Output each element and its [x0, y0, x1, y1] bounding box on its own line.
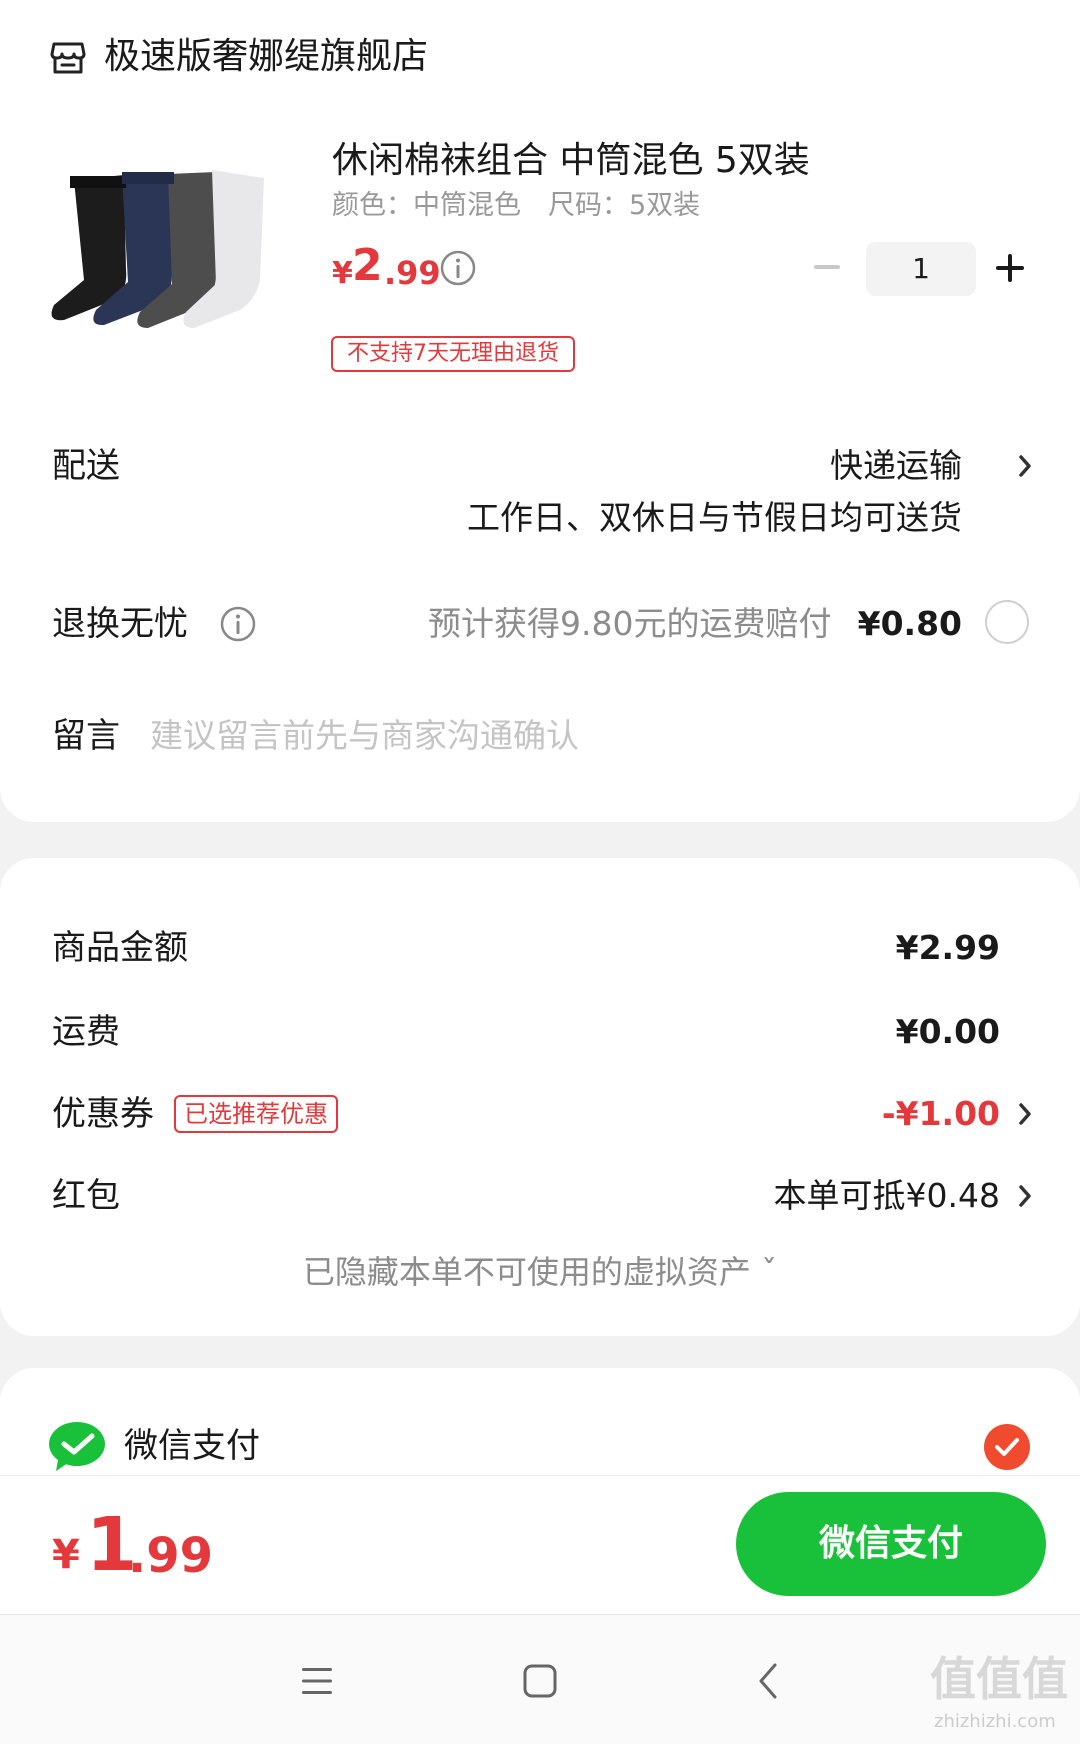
price-integer: 2 [352, 240, 383, 291]
delivery-method[interactable]: 快递运输 [830, 442, 962, 490]
shipping-fee-value: ¥0.00 [895, 1012, 1000, 1051]
product-title[interactable]: 休闲棉袜组合 中筒混色 5双装 [332, 136, 810, 186]
check-icon [995, 1438, 1019, 1456]
store-name[interactable]: 极速版奢娜缇旗舰店 [104, 32, 428, 82]
menu-icon[interactable] [300, 1665, 334, 1697]
return-worry-free-radio[interactable] [985, 600, 1029, 644]
quantity-decrease-button[interactable] [812, 252, 842, 282]
price-currency: ¥ [332, 256, 353, 291]
shipping-fee-label: 运费 [52, 1012, 120, 1052]
home-icon[interactable] [522, 1663, 558, 1699]
delivery-note: 工作日、双休日与节假日均可送货 [467, 498, 962, 537]
order-item-card: 极速版奢娜缇旗舰店 休闲棉袜组合 中筒混色 5双装 颜色：中筒混色 尺码：5双装… [0, 0, 1080, 822]
quantity-input[interactable]: 1 [866, 242, 976, 296]
hidden-assets-toggle[interactable]: 已隐藏本单不可使用的虚拟资产 ˇ [0, 1248, 1080, 1296]
coupon-badge: 已选推荐优惠 [174, 1095, 338, 1133]
wechat-pay-label[interactable]: 微信支付 [124, 1422, 260, 1470]
goods-amount-label: 商品金额 [52, 928, 188, 968]
coupon-label: 优惠券 [52, 1094, 154, 1134]
chevron-right-icon[interactable] [1016, 452, 1034, 480]
message-input[interactable]: 建议留言前先与商家沟通确认 [150, 712, 579, 760]
wechat-pay-button[interactable]: 微信支付 [736, 1492, 1046, 1596]
price-info-icon[interactable] [440, 250, 476, 286]
price-decimal: .99 [384, 254, 441, 292]
product-image[interactable] [44, 160, 304, 360]
return-policy-badge: 不支持7天无理由退货 [331, 336, 575, 372]
watermark-logo: 值值值 [930, 1652, 1068, 1706]
system-navigation-bar: 值值值 zhizhizhi.com [0, 1614, 1080, 1744]
return-worry-free-price: ¥0.80 [857, 604, 962, 643]
quantity-increase-button[interactable] [994, 252, 1026, 284]
message-label: 留言 [52, 716, 120, 756]
coupon-value[interactable]: -¥1.00 [882, 1090, 1000, 1138]
product-spec[interactable]: 颜色：中筒混色 尺码：5双装 [332, 188, 700, 224]
payment-selected-check[interactable] [984, 1424, 1030, 1470]
store-icon [50, 42, 86, 74]
back-icon[interactable] [756, 1661, 780, 1701]
return-worry-free-label: 退换无忧 [52, 604, 188, 644]
total-currency: ¥ [52, 1532, 80, 1578]
return-info-icon[interactable] [220, 606, 256, 642]
watermark-url: zhizhizhi.com [934, 1711, 1056, 1732]
return-worry-free-desc: 预计获得9.80元的运费赔付 [428, 604, 832, 643]
red-packet-value[interactable]: 本单可抵¥0.48 [774, 1172, 1000, 1220]
checkout-bar: ¥ 1 .99 微信支付 [0, 1476, 1080, 1614]
red-packet-label: 红包 [52, 1176, 120, 1216]
goods-amount-value: ¥2.99 [895, 928, 1000, 967]
total-decimal: .99 [128, 1528, 214, 1584]
chevron-right-icon[interactable] [1016, 1182, 1034, 1210]
delivery-label: 配送 [52, 446, 120, 486]
wechat-pay-icon [49, 1422, 105, 1471]
chevron-right-icon[interactable] [1016, 1100, 1034, 1128]
